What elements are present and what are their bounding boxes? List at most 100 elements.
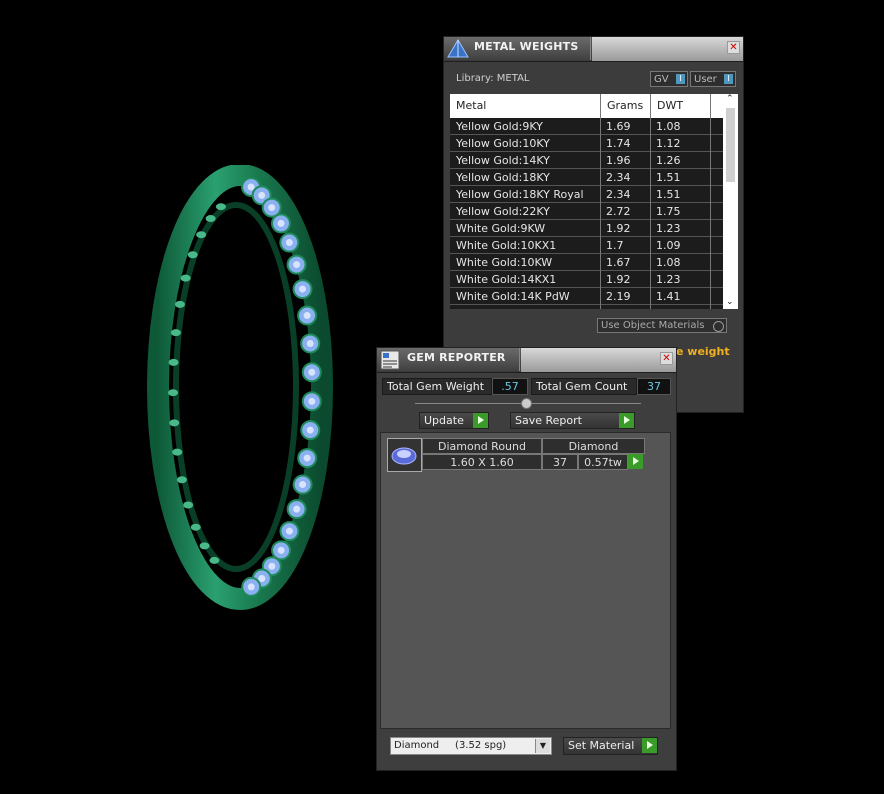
gem-entry[interactable]: Diamond Round Diamond 1.60 X 1.60 37 0.5… — [387, 438, 645, 472]
set-material-button[interactable]: Set Material — [563, 737, 658, 755]
ring-3d-model[interactable] — [140, 165, 340, 615]
use-object-materials-toggle[interactable]: Use Object Materials — [597, 318, 727, 333]
column-divider — [650, 94, 651, 309]
scroll-up-icon[interactable]: ⌃ — [726, 94, 734, 104]
report-icon — [380, 350, 400, 370]
gem-count: 37 — [542, 454, 578, 470]
pyramid-icon — [447, 39, 469, 58]
table-row[interactable]: White Gold:9KW 1.92 1.23 — [450, 220, 723, 237]
gem-list-area[interactable]: Diamond Round Diamond 1.60 X 1.60 37 0.5… — [380, 432, 671, 729]
metal-weights-title: METAL WEIGHTS — [474, 40, 579, 53]
play-arrow-icon — [473, 413, 488, 428]
stone-facet — [293, 261, 301, 269]
table-row[interactable]: White Gold:14K PdW 2.19 1.41 — [450, 288, 723, 305]
cell-dwt: 1.26 — [656, 154, 681, 167]
metal-table-header: Metal Grams DWT — [450, 94, 723, 118]
gallery-hole — [174, 300, 185, 308]
scroll-down-icon[interactable]: ⌄ — [726, 297, 734, 307]
stone-facet — [247, 583, 255, 591]
use-object-materials-label: Use Object Materials — [601, 320, 705, 331]
cell-dwt: 1.08 — [656, 256, 681, 269]
table-row[interactable]: White Gold:10KX1 1.7 1.09 — [450, 237, 723, 254]
gem-shape: Diamond Round — [422, 438, 542, 454]
table-row[interactable]: Yellow Gold:18KY 2.34 1.51 — [450, 169, 723, 186]
close-icon[interactable]: ✕ — [660, 352, 673, 365]
weight-label: e weight — [676, 345, 730, 358]
play-arrow-icon[interactable] — [628, 454, 643, 469]
gallery-hole — [196, 231, 207, 239]
gem-size: 1.60 X 1.60 — [422, 454, 542, 470]
user-toggle[interactable]: User I — [690, 71, 736, 87]
table-row[interactable]: White Gold:14KW 1.7 1.09 — [450, 305, 723, 309]
save-report-button[interactable]: Save Report — [510, 412, 635, 429]
cell-dwt: 1.09 — [656, 239, 681, 252]
stone-facet — [268, 562, 276, 570]
chevron-down-icon[interactable]: ▼ — [535, 739, 550, 753]
cell-metal: Yellow Gold:22KY — [456, 205, 550, 218]
table-row[interactable]: Yellow Gold:14KY 1.96 1.26 — [450, 152, 723, 169]
gallery-hole — [169, 419, 180, 427]
cell-metal: Yellow Gold:14KY — [456, 154, 550, 167]
cell-dwt: 1.12 — [656, 137, 681, 150]
total-gem-weight-value: .57 — [492, 378, 528, 395]
metal-table[interactable]: Metal Grams DWT Yellow Gold:9KY 1.69 1.08 Y… — [450, 94, 738, 309]
table-row[interactable]: Yellow Gold:10KY 1.74 1.12 — [450, 135, 723, 152]
stone-facet — [299, 285, 307, 293]
column-divider — [600, 94, 601, 309]
play-arrow-icon — [619, 413, 634, 428]
gallery-hole — [168, 389, 179, 397]
total-gem-count-label: Total Gem Count — [531, 378, 637, 395]
user-label: User — [694, 74, 717, 85]
stone-facet — [268, 204, 276, 212]
metal-table-scrollbar[interactable]: ⌃ ⌄ — [723, 94, 738, 309]
update-button[interactable]: Update — [419, 412, 489, 429]
total-gem-count-value: 37 — [637, 378, 671, 395]
gallery-hole — [199, 542, 210, 550]
gv-label: GV — [654, 74, 669, 85]
col-dwt[interactable]: DWT — [657, 99, 683, 112]
gallery-hole — [209, 556, 220, 564]
gallery-hole — [170, 329, 181, 337]
gv-toggle[interactable]: GV I — [650, 71, 688, 87]
stone-facet — [277, 546, 285, 554]
column-divider — [710, 94, 711, 309]
table-row[interactable]: White Gold:14KX1 1.92 1.23 — [450, 271, 723, 288]
cell-metal: White Gold:14KW — [456, 307, 552, 309]
cell-dwt: 1.23 — [656, 222, 681, 235]
cell-grams: 1.96 — [606, 154, 631, 167]
cell-grams: 1.7 — [606, 239, 624, 252]
update-label: Update — [424, 414, 464, 427]
scrollbar-thumb[interactable] — [726, 108, 735, 182]
table-row[interactable]: White Gold:10KW 1.67 1.08 — [450, 254, 723, 271]
cell-grams: 2.34 — [606, 188, 631, 201]
gallery-hole — [215, 203, 226, 211]
radio-icon — [713, 321, 724, 332]
stone-facet — [258, 575, 266, 583]
col-grams[interactable]: Grams — [607, 99, 643, 112]
gem-reporter-titlebar[interactable]: GEM REPORTER ✕ — [377, 348, 676, 373]
stone-facet — [306, 339, 314, 347]
stone-facet — [306, 426, 314, 434]
gallery-hole — [168, 358, 179, 366]
cell-dwt: 1.75 — [656, 205, 681, 218]
cell-grams: 1.69 — [606, 120, 631, 133]
gem-slider-handle[interactable] — [521, 398, 532, 409]
col-metal[interactable]: Metal — [456, 99, 486, 112]
save-report-label: Save Report — [515, 414, 582, 427]
close-icon[interactable]: ✕ — [727, 41, 740, 54]
metal-weights-titlebar[interactable]: METAL WEIGHTS ✕ — [444, 37, 743, 62]
cell-metal: White Gold:14KX1 — [456, 273, 557, 286]
table-row[interactable]: Yellow Gold:22KY 2.72 1.75 — [450, 203, 723, 220]
table-row[interactable]: Yellow Gold:18KY Royal 2.34 1.51 — [450, 186, 723, 203]
gem-weight: 0.57tw — [578, 454, 628, 470]
material-select[interactable]: Diamond (3.52 spg) ▼ — [390, 737, 552, 755]
total-gem-weight-label: Total Gem Weight — [382, 378, 492, 395]
cell-grams: 1.74 — [606, 137, 631, 150]
stone-facet — [247, 183, 255, 191]
cell-grams: 2.34 — [606, 171, 631, 184]
gem-thumbnail-icon — [387, 438, 422, 472]
library-label: Library: METAL — [456, 73, 530, 84]
titlebar-fill — [521, 348, 676, 372]
set-material-label: Set Material — [568, 739, 635, 752]
table-row[interactable]: Yellow Gold:9KY 1.69 1.08 — [450, 118, 723, 135]
